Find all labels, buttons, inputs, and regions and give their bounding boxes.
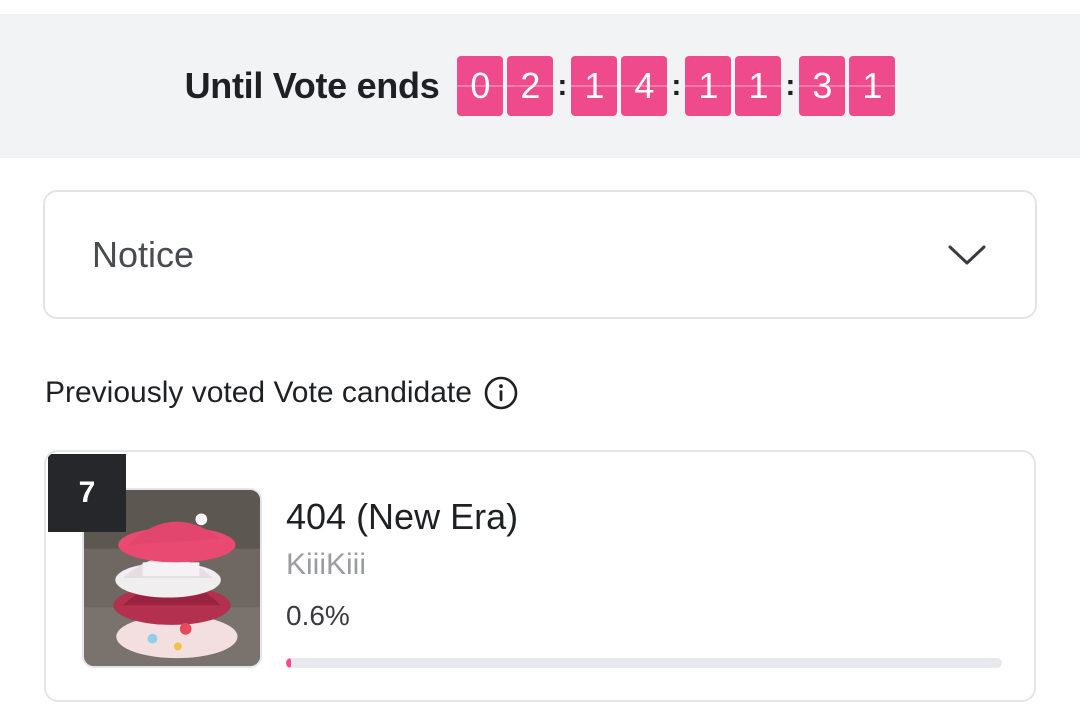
previously-voted-label: Previously voted Vote candidate <box>45 376 472 409</box>
countdown-digit: 1 <box>849 56 896 116</box>
countdown-digit-text: 1 <box>862 65 883 106</box>
previously-voted-heading: Previously voted Vote candidate <box>45 376 518 410</box>
notice-accordion[interactable]: Notice <box>43 190 1037 319</box>
countdown-digit: 0 <box>457 56 504 116</box>
countdown-digit-text: 1 <box>698 65 719 106</box>
countdown-digit-text: 4 <box>634 65 655 106</box>
vote-progress-fill <box>286 658 291 668</box>
countdown-separator: : <box>785 69 796 102</box>
notice-title: Notice <box>92 233 195 275</box>
song-title: 404 (New Era) <box>286 496 519 537</box>
countdown-separator: : <box>671 69 682 102</box>
countdown-digit-text: 2 <box>520 65 541 106</box>
rank-badge: 7 <box>48 454 126 532</box>
vote-progress-bar <box>286 658 1002 668</box>
countdown-digit-text: 1 <box>748 65 769 106</box>
countdown-digit-text: 3 <box>812 65 833 106</box>
countdown-digit: 3 <box>799 56 846 116</box>
countdown-digit: 1 <box>571 56 618 116</box>
countdown-digit-text: 0 <box>470 65 491 106</box>
countdown-digit: 2 <box>507 56 554 116</box>
countdown-separator: : <box>557 69 568 102</box>
vote-page: Until Vote ends 02:14:11:31 Notice Previ… <box>0 0 1080 704</box>
countdown-digit: 4 <box>621 56 668 116</box>
countdown-label: Until Vote ends <box>184 65 440 106</box>
vote-percentage: 0.6% <box>286 600 350 631</box>
countdown-banner: Until Vote ends 02:14:11:31 <box>0 14 1080 158</box>
countdown-digit-text: 1 <box>584 65 605 106</box>
chevron-down-icon <box>948 245 986 264</box>
countdown-digit: 1 <box>735 56 782 116</box>
countdown-timer: 02:14:11:31 <box>457 56 896 116</box>
candidate-card[interactable]: 7 404 (New Era) KiiiKiii 0.6% <box>44 450 1036 702</box>
countdown-digit: 1 <box>685 56 732 116</box>
info-icon[interactable] <box>484 376 518 410</box>
artist-name: KiiiKiii <box>286 548 367 581</box>
